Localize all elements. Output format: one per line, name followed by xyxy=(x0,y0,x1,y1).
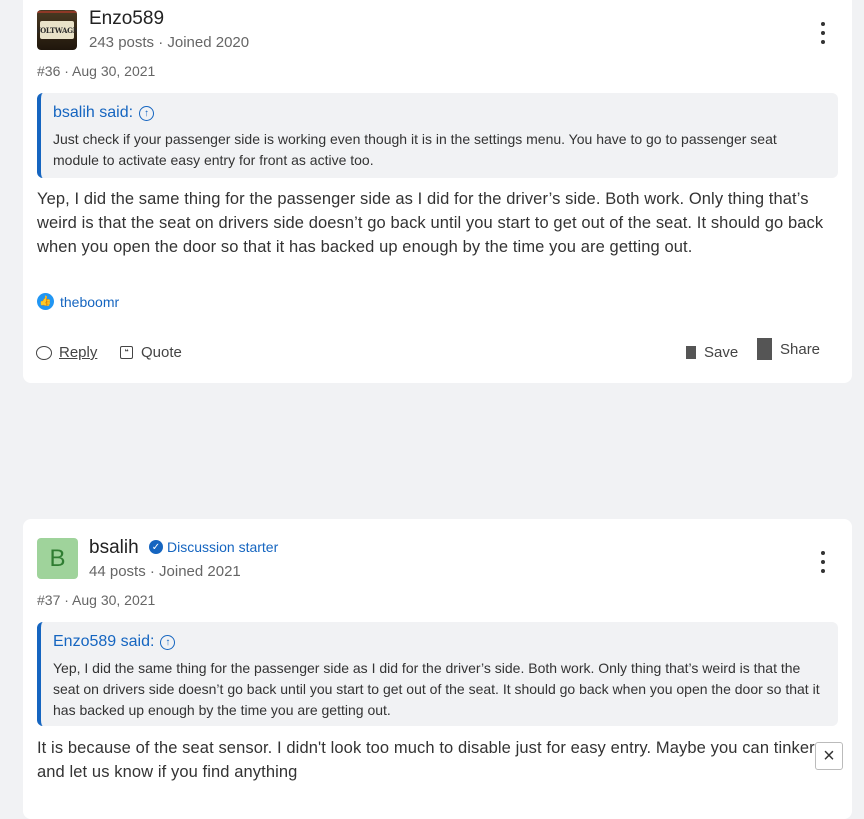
close-icon[interactable]: × xyxy=(815,742,843,770)
reactions: 👍 theboomr xyxy=(37,293,119,310)
user-avatar[interactable]: VOLTWAGN xyxy=(37,10,77,50)
save-icon xyxy=(686,346,696,359)
plate-stripe xyxy=(37,11,77,13)
save-label: Save xyxy=(704,344,739,361)
username[interactable]: Enzo589 xyxy=(89,8,164,30)
more-options-icon[interactable] xyxy=(815,551,831,573)
post-actions: Reply ❝ Quote Save Share xyxy=(23,338,852,368)
quote-text: Yep, I did the same thing for the passen… xyxy=(53,660,820,718)
user-stats: 44 posts · Joined 2021 xyxy=(89,563,241,580)
reaction-user[interactable]: theboomr xyxy=(60,294,119,310)
post-number-date[interactable]: #36 · Aug 30, 2021 xyxy=(37,63,155,79)
post-card-37: B bsalih ✓ Discussion starter 44 posts ·… xyxy=(23,519,852,819)
post-card-36: VOLTWAGN Enzo589 243 posts · Joined 2020… xyxy=(23,0,852,383)
share-label: Share xyxy=(780,340,821,358)
reply-icon xyxy=(36,345,52,360)
save-button[interactable]: Save xyxy=(686,344,738,361)
reply-label: Reply xyxy=(59,344,98,361)
jump-to-post-icon[interactable]: ↑ xyxy=(139,105,155,121)
like-icon: 👍 xyxy=(37,293,54,310)
quote-text: Just check if your passenger side is wor… xyxy=(53,131,777,168)
post-number-date[interactable]: #37 · Aug 30, 2021 xyxy=(37,592,155,608)
quote-author[interactable]: Enzo589 said: ↑ xyxy=(53,632,822,652)
share-button[interactable]: Share xyxy=(757,338,820,360)
discussion-starter-badge: ✓ Discussion starter xyxy=(149,539,278,555)
reply-button[interactable]: Reply xyxy=(36,344,97,361)
quote-author[interactable]: bsalih said: ↑ xyxy=(53,103,822,123)
quote-button[interactable]: ❝ Quote xyxy=(120,344,182,361)
more-options-icon[interactable] xyxy=(815,22,831,44)
jump-to-post-icon[interactable]: ↑ xyxy=(160,634,176,650)
user-avatar[interactable]: B xyxy=(37,538,78,579)
quote-label: Quote xyxy=(141,344,182,361)
user-stats: 243 posts · Joined 2020 xyxy=(89,34,250,51)
quote-block: Enzo589 said: ↑ Yep, I did the same thin… xyxy=(37,622,838,726)
license-plate-image: VOLTWAGN xyxy=(37,21,77,39)
badge-label: Discussion starter xyxy=(167,539,279,555)
share-icon xyxy=(757,338,772,360)
post-body: Yep, I did the same thing for the passen… xyxy=(37,190,824,256)
quote-icon: ❝ xyxy=(120,346,133,359)
quote-block: bsalih said: ↑ Just check if your passen… xyxy=(37,93,838,178)
quote-author-label[interactable]: bsalih said: xyxy=(53,104,133,122)
verified-check-icon: ✓ xyxy=(149,540,163,554)
post-body: It is because of the seat sensor. I didn… xyxy=(37,739,815,781)
quote-author-label[interactable]: Enzo589 said: xyxy=(53,633,154,651)
username[interactable]: bsalih xyxy=(89,537,139,559)
